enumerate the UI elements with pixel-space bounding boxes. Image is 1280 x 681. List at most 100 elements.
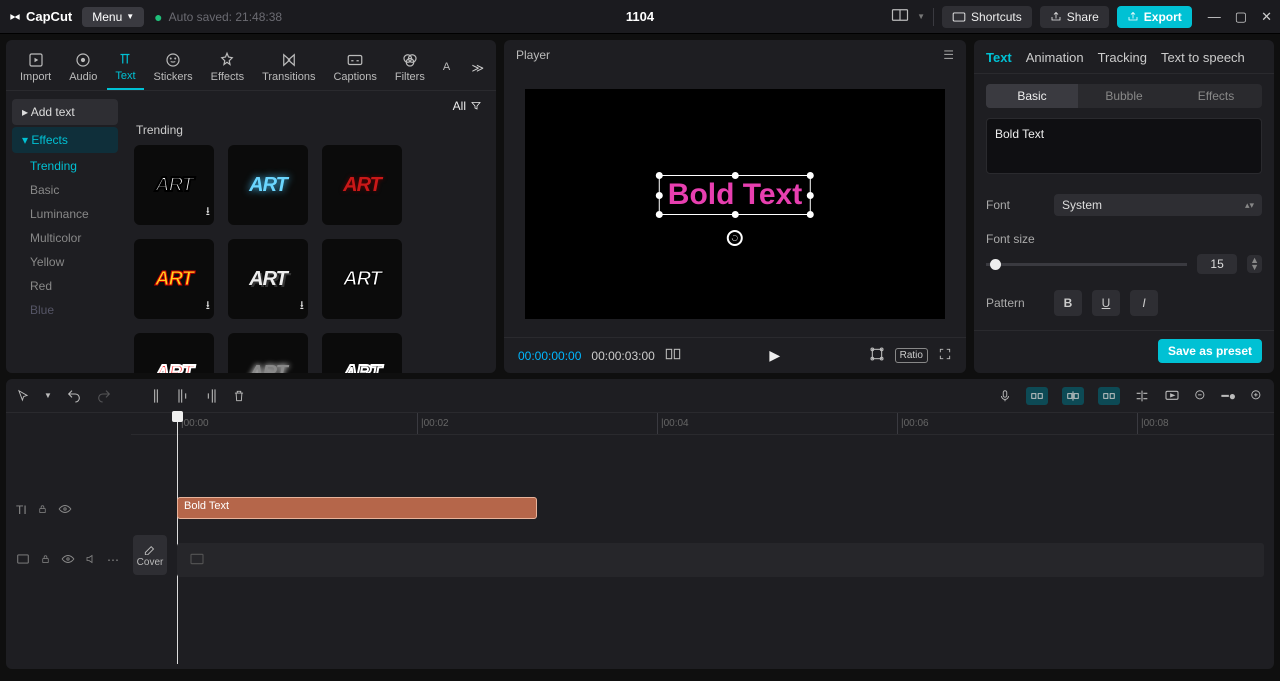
- close-button[interactable]: ✕: [1261, 9, 1272, 25]
- slider-knob[interactable]: [990, 259, 1001, 270]
- preset-thumb[interactable]: ART: [228, 333, 308, 373]
- text-content-input[interactable]: Bold Text: [986, 118, 1262, 174]
- subtab-bubble[interactable]: Bubble: [1078, 84, 1170, 108]
- export-button[interactable]: Export: [1117, 6, 1192, 28]
- font-select[interactable]: System ▴▾: [1054, 194, 1262, 216]
- resize-handle[interactable]: [656, 192, 663, 199]
- tab-filters[interactable]: Filters: [387, 47, 433, 89]
- bold-button[interactable]: B: [1054, 290, 1082, 316]
- timeline-tracks[interactable]: Cover Bold Text: [131, 435, 1274, 669]
- fontsize-value[interactable]: 15: [1197, 254, 1237, 274]
- rotate-handle[interactable]: [727, 230, 743, 246]
- preset-thumb[interactable]: ART⭳: [228, 239, 308, 319]
- resize-handle[interactable]: [656, 211, 663, 218]
- timeline-ruler[interactable]: |00:00 |00:02 |00:04 |00:06 |00:08: [131, 413, 1274, 435]
- track-more-icon[interactable]: ⋯: [107, 553, 119, 567]
- insp-tab-text[interactable]: Text: [986, 50, 1012, 65]
- sidebar-effects[interactable]: ▾ Effects: [12, 127, 118, 153]
- layout-icon[interactable]: [891, 8, 909, 25]
- player-canvas[interactable]: Bold Text: [525, 89, 945, 319]
- sidebar-trending[interactable]: Trending: [12, 155, 118, 177]
- save-preset-button[interactable]: Save as preset: [1158, 339, 1262, 363]
- canvas-text-selection[interactable]: Bold Text: [659, 175, 811, 215]
- tab-effects[interactable]: Effects: [203, 47, 252, 89]
- tab-captions[interactable]: Captions: [325, 47, 384, 89]
- insp-tab-tracking[interactable]: Tracking: [1098, 50, 1147, 65]
- mic-button[interactable]: [998, 388, 1012, 404]
- resize-handle[interactable]: [807, 192, 814, 199]
- zoom-in-button[interactable]: [1250, 389, 1264, 403]
- tab-text[interactable]: Text: [107, 46, 143, 90]
- preset-thumb[interactable]: ART: [228, 145, 308, 225]
- chevron-down-icon[interactable]: ▼: [917, 12, 925, 21]
- tab-stickers[interactable]: Stickers: [146, 47, 201, 89]
- lock-icon[interactable]: [37, 503, 48, 518]
- tab-audio[interactable]: Audio: [61, 47, 105, 89]
- mute-icon[interactable]: [85, 553, 97, 568]
- resize-handle[interactable]: [732, 211, 739, 218]
- pointer-tool[interactable]: [16, 389, 30, 403]
- sidebar-blue[interactable]: Blue: [12, 299, 118, 321]
- sidebar-add-text[interactable]: ▸ Add text: [12, 99, 118, 125]
- sidebar-red[interactable]: Red: [12, 275, 118, 297]
- preset-thumb[interactable]: ART: [322, 333, 402, 373]
- filter-all-button[interactable]: All: [453, 99, 482, 113]
- fontsize-slider[interactable]: [986, 263, 1187, 266]
- fontsize-stepper[interactable]: ▲▼: [1247, 255, 1262, 273]
- resize-handle[interactable]: [807, 211, 814, 218]
- tab-transitions[interactable]: Transitions: [254, 47, 323, 89]
- split-left-button[interactable]: [176, 388, 190, 404]
- ratio-button[interactable]: Ratio: [895, 348, 928, 363]
- underline-button[interactable]: U: [1092, 290, 1120, 316]
- undo-button[interactable]: [66, 388, 82, 404]
- lock-icon[interactable]: [40, 553, 51, 568]
- tool-dropdown[interactable]: ▼: [44, 391, 52, 400]
- subtab-basic[interactable]: Basic: [986, 84, 1078, 108]
- split-button[interactable]: [150, 388, 162, 404]
- share-button[interactable]: Share: [1040, 6, 1109, 28]
- visibility-icon[interactable]: [58, 503, 72, 517]
- player-menu-button[interactable]: ☰: [943, 48, 954, 62]
- zoom-slider[interactable]: ━●: [1222, 389, 1236, 403]
- resize-handle[interactable]: [807, 172, 814, 179]
- tab-import[interactable]: Import: [12, 47, 59, 89]
- main-video-track[interactable]: [177, 543, 1264, 577]
- preset-thumb[interactable]: ART⭳: [134, 145, 214, 225]
- cover-button[interactable]: Cover: [133, 535, 167, 575]
- align-button[interactable]: [1134, 389, 1150, 403]
- shortcuts-button[interactable]: Shortcuts: [942, 6, 1032, 28]
- preset-thumb[interactable]: ART: [134, 333, 214, 373]
- preset-thumb[interactable]: ART⭳: [134, 239, 214, 319]
- magnet-1-button[interactable]: [1026, 387, 1048, 405]
- menu-button[interactable]: Menu ▼: [82, 7, 144, 27]
- resize-handle[interactable]: [656, 172, 663, 179]
- sidebar-basic[interactable]: Basic: [12, 179, 118, 201]
- preview-button[interactable]: [1164, 389, 1180, 403]
- magnet-2-button[interactable]: [1062, 387, 1084, 405]
- sidebar-luminance[interactable]: Luminance: [12, 203, 118, 225]
- crop-icon[interactable]: [869, 346, 885, 365]
- preset-thumb[interactable]: ART: [322, 239, 402, 319]
- visibility-icon[interactable]: [61, 553, 75, 567]
- insp-tab-animation[interactable]: Animation: [1026, 50, 1084, 65]
- subtab-effects[interactable]: Effects: [1170, 84, 1262, 108]
- sidebar-multicolor[interactable]: Multicolor: [12, 227, 118, 249]
- fullscreen-icon[interactable]: [938, 347, 952, 364]
- delete-button[interactable]: [232, 388, 246, 404]
- tab-adjust[interactable]: A: [435, 57, 458, 79]
- minimize-button[interactable]: —: [1208, 9, 1221, 25]
- tabs-more-button[interactable]: ≫: [465, 55, 490, 81]
- text-clip[interactable]: Bold Text: [177, 497, 537, 519]
- magnet-3-button[interactable]: [1098, 387, 1120, 405]
- play-button[interactable]: ▶: [769, 347, 780, 364]
- maximize-button[interactable]: ▢: [1235, 9, 1247, 25]
- italic-button[interactable]: I: [1130, 290, 1158, 316]
- split-right-button[interactable]: [204, 388, 218, 404]
- preset-thumb[interactable]: ART: [322, 145, 402, 225]
- zoom-out-button[interactable]: [1194, 389, 1208, 403]
- ruler-tick: |00:06: [897, 413, 929, 434]
- insp-tab-tts[interactable]: Text to speech: [1161, 50, 1245, 65]
- compare-icon[interactable]: [665, 347, 681, 364]
- sidebar-yellow[interactable]: Yellow: [12, 251, 118, 273]
- redo-button[interactable]: [96, 388, 112, 404]
